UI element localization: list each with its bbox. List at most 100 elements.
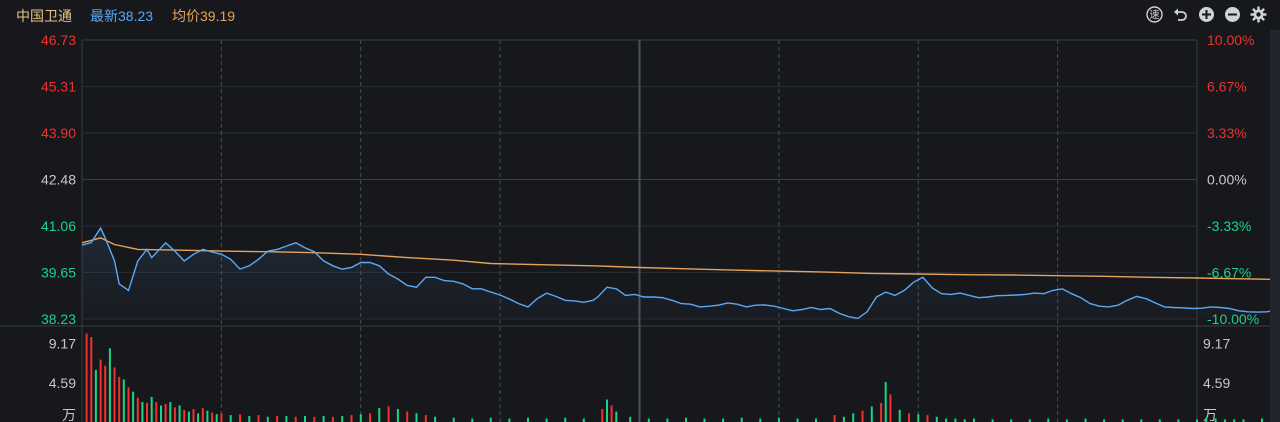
percent-tick-label: 0.00% <box>1207 172 1247 188</box>
volume-bar <box>935 416 938 422</box>
volume-bar <box>248 415 251 422</box>
chart-canvas: 46.73 10.00% 45.31 6.67% 43.90 3.33% 42.48 0.00… <box>0 32 1280 422</box>
volume-bar <box>703 418 706 422</box>
volume-tick-label: 4.59 <box>49 375 76 391</box>
volume-bar <box>313 416 316 422</box>
volume-bar <box>331 416 334 422</box>
volume-bar <box>127 387 130 422</box>
volume-bar <box>257 415 260 422</box>
volume-bar <box>85 333 88 422</box>
volume-bar <box>378 408 381 422</box>
volume-bar <box>155 402 158 422</box>
volume-bar <box>285 415 288 422</box>
volume-bar <box>870 406 873 422</box>
volume-bar <box>740 417 743 422</box>
volume-bar <box>452 417 455 422</box>
volume-bar <box>1047 418 1050 422</box>
percent-tick-label: 6.67% <box>1207 79 1247 95</box>
volume-bar <box>1261 418 1263 422</box>
volume-bar <box>880 402 883 422</box>
volume-bar <box>369 413 371 422</box>
price-tick-label: 38.23 <box>41 311 76 327</box>
time-share-chart-window: 中国卫通 最新38.23 均价39.19 速 46.73 10.00% 45.31 6… <box>0 0 1280 422</box>
price-tick-label: 42.48 <box>41 172 76 188</box>
volume-tick-label: 9.17 <box>1203 336 1230 352</box>
volume-unit-label: 万 <box>62 408 76 422</box>
volume-bar <box>146 402 148 422</box>
price-tick-label: 41.06 <box>41 218 76 234</box>
volume-bar <box>415 413 418 422</box>
volume-bar <box>183 409 186 422</box>
volume-bar <box>796 418 799 422</box>
volume-bar <box>898 409 901 422</box>
price-tick-label: 45.31 <box>41 79 76 95</box>
volume-bar <box>387 406 390 422</box>
volume-bar <box>852 413 855 422</box>
volume-bar <box>304 415 306 422</box>
volume-bar <box>104 365 107 422</box>
volume-bar <box>276 415 279 422</box>
volume-bar <box>666 418 669 422</box>
volume-bar <box>527 417 529 422</box>
side-panel-edge <box>1270 30 1280 422</box>
volume-bar <box>564 417 567 422</box>
volume-bar <box>108 348 111 422</box>
volume-bar <box>489 417 492 422</box>
volume-bar <box>1205 417 1208 422</box>
volume-bar <box>629 416 632 422</box>
volume-bar <box>1214 418 1217 422</box>
volume-bar <box>215 414 218 422</box>
volume-bar <box>136 397 139 422</box>
volume-bar <box>192 409 195 422</box>
volume-bar <box>94 370 97 422</box>
volume-bar <box>722 418 725 422</box>
volume-bar <box>601 409 604 422</box>
volume-bar <box>434 416 437 422</box>
percent-tick-label: 10.00% <box>1207 32 1254 48</box>
volume-bar <box>359 414 362 422</box>
volume-bar <box>889 394 892 422</box>
volume-bar <box>178 405 181 422</box>
volume-bar <box>220 413 223 422</box>
volume-bar <box>169 402 172 422</box>
volume-bar <box>685 417 687 422</box>
volume-bar <box>833 415 836 422</box>
percent-tick-label: -3.33% <box>1207 218 1251 234</box>
price-tick-label: 43.90 <box>41 125 76 141</box>
volume-bar <box>229 415 232 422</box>
volume-bar <box>113 367 116 422</box>
volume-bar <box>759 418 762 422</box>
volume-bar <box>266 416 269 422</box>
volume-tick-label: 4.59 <box>1203 375 1230 391</box>
volume-bar <box>884 382 887 422</box>
volume-bar <box>206 410 209 422</box>
volume-bar <box>406 411 409 422</box>
volume-bar <box>211 412 214 422</box>
volume-bar <box>294 416 297 422</box>
volume-bar <box>615 411 618 422</box>
volume-bar <box>606 399 608 422</box>
volume-bar <box>90 337 93 422</box>
volume-bar <box>908 413 910 422</box>
volume-bar <box>201 408 204 422</box>
volume-bar <box>508 418 511 422</box>
volume-bar <box>396 409 399 422</box>
volume-bar <box>187 411 190 422</box>
volume-bar <box>917 414 920 422</box>
volume-bar <box>973 418 975 422</box>
volume-bar <box>122 379 125 422</box>
volume-bar <box>1084 418 1087 422</box>
volume-bar <box>945 418 948 422</box>
percent-tick-label: 3.33% <box>1207 125 1247 141</box>
volume-bar <box>842 416 845 422</box>
volume-bar <box>582 418 585 422</box>
volume-bar <box>150 396 153 422</box>
volume-bar <box>350 415 353 422</box>
volume-bar <box>471 418 474 422</box>
volume-bar <box>954 418 957 422</box>
volume-bar <box>610 405 613 422</box>
volume-bar <box>926 415 929 422</box>
volume-bar <box>99 359 102 422</box>
volume-bar <box>815 418 817 422</box>
volume-bar <box>160 405 162 422</box>
